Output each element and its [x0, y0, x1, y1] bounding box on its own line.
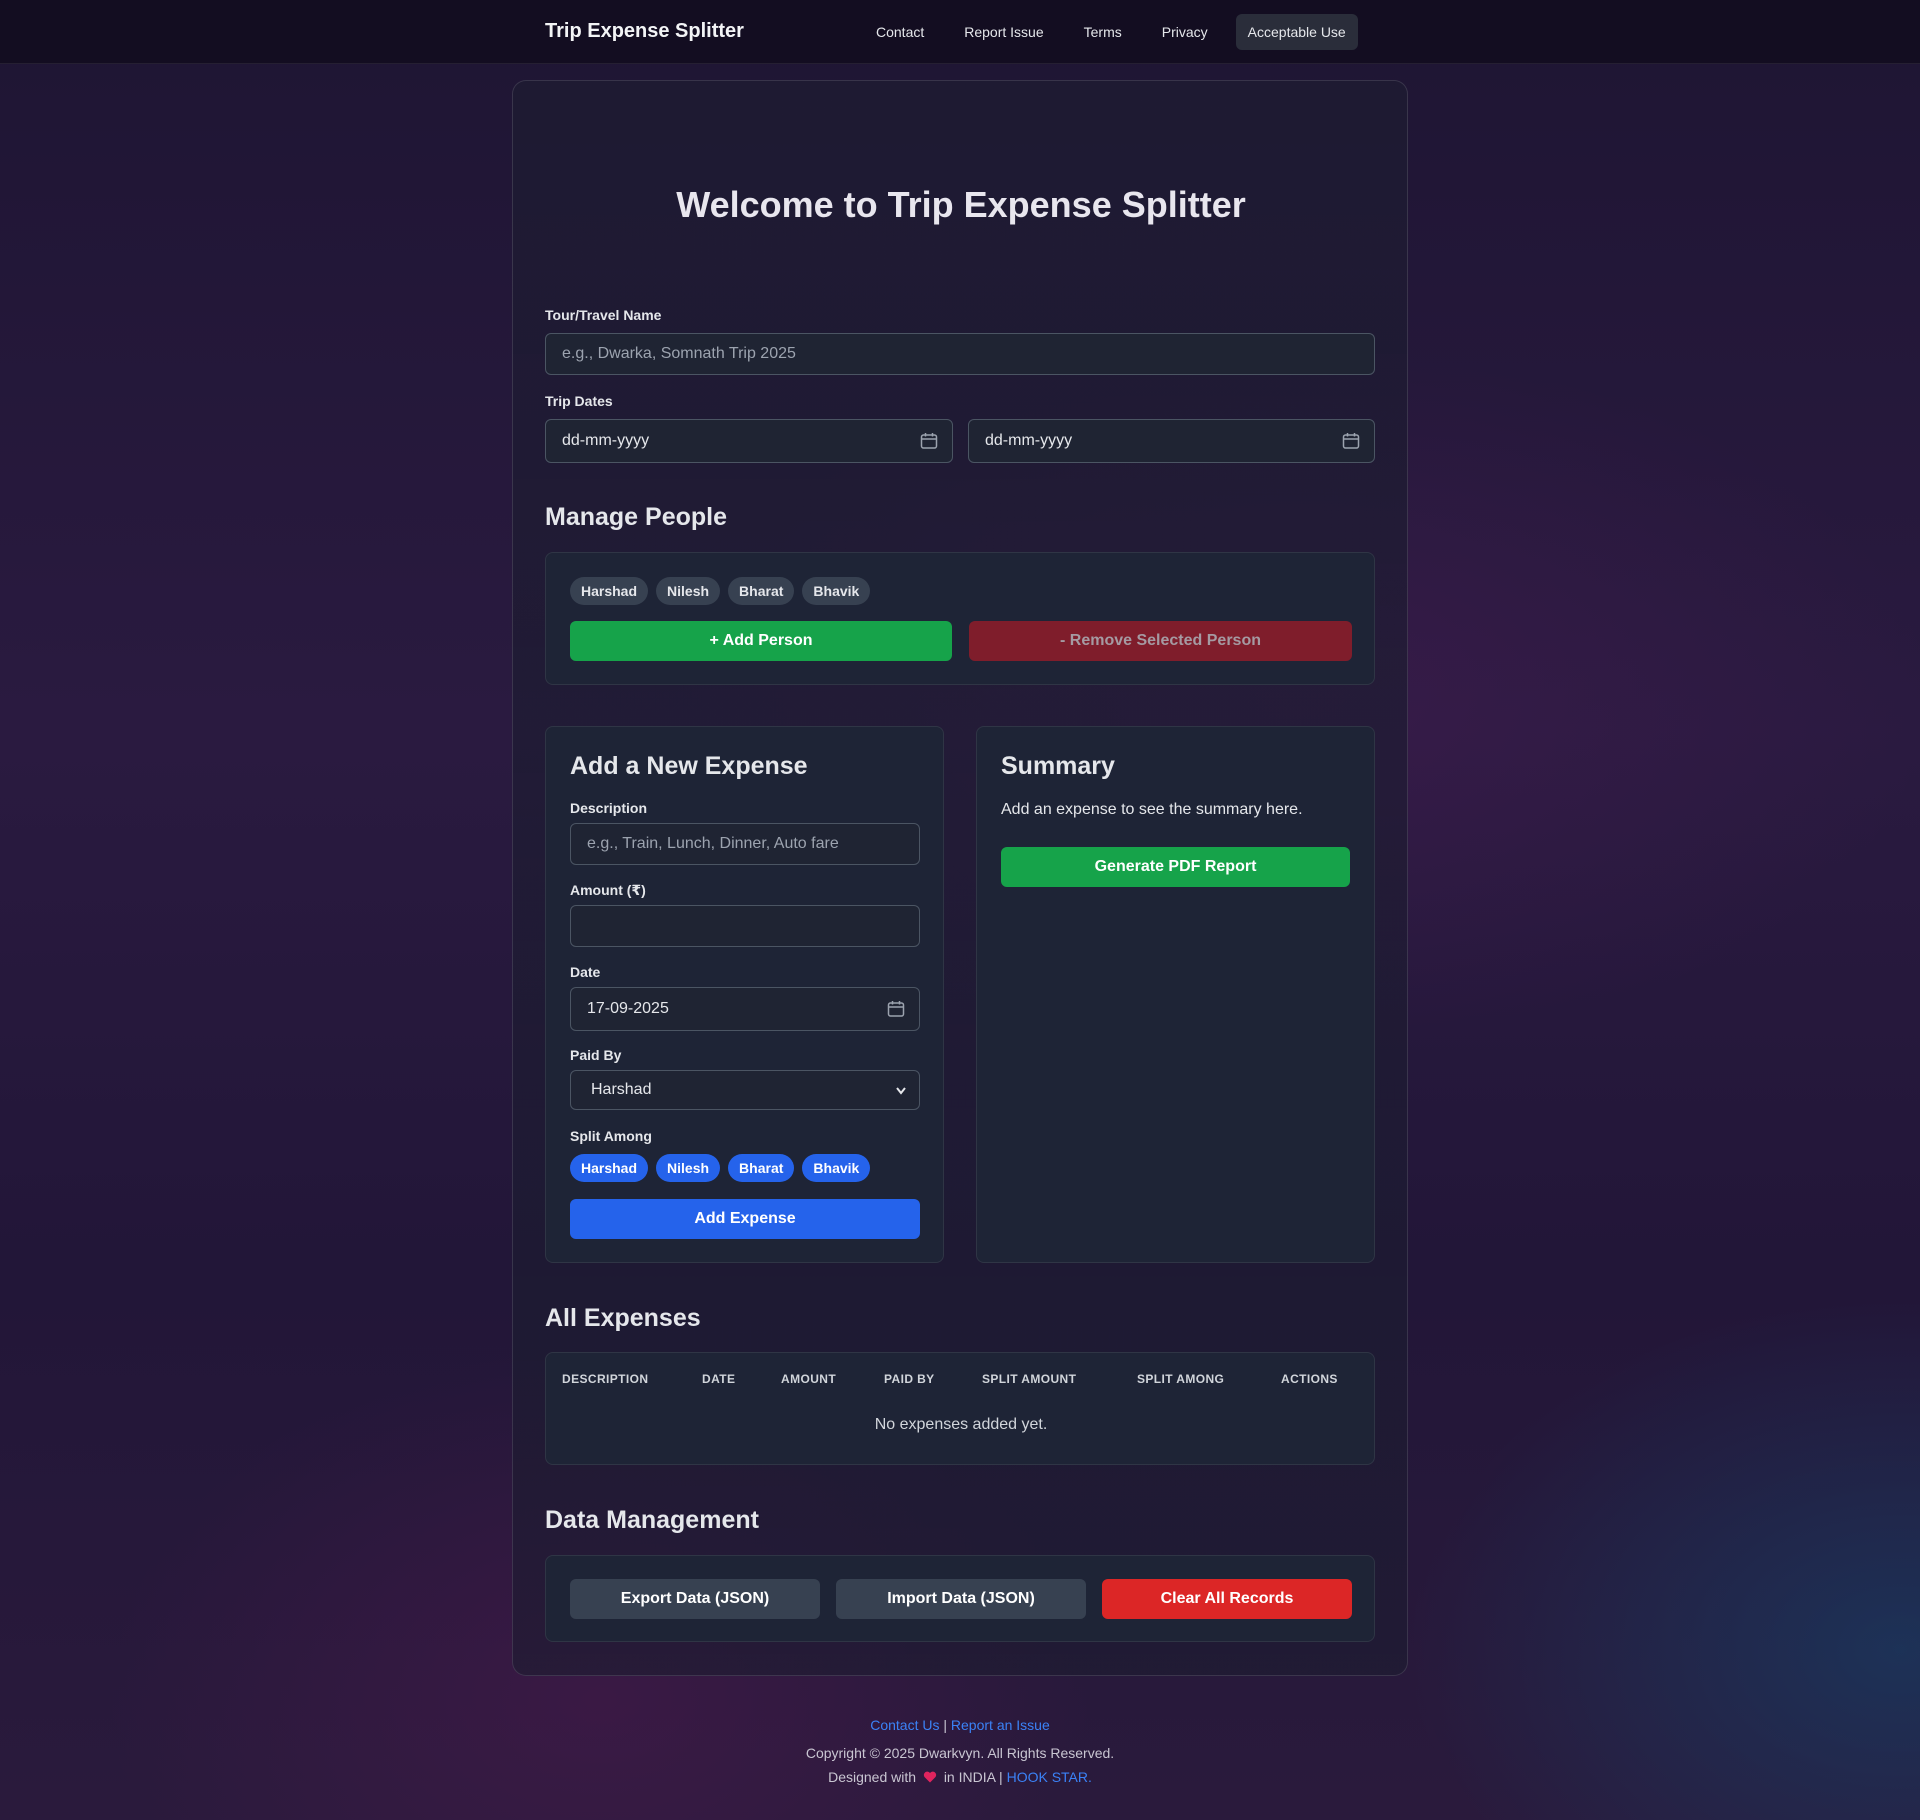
summary-panel: Summary Add an expense to see the summar… [976, 726, 1375, 1263]
calendar-icon[interactable] [887, 1000, 905, 1018]
add-expense-button[interactable]: Add Expense [570, 1199, 920, 1239]
description-placeholder: e.g., Train, Lunch, Dinner, Auto fare [587, 835, 839, 852]
footer-copyright: Copyright © 2025 Dwarkvyn. All Rights Re… [805, 1745, 1115, 1761]
data-management-heading: Data Management [545, 1506, 759, 1534]
date-label: Date [570, 964, 601, 980]
page-title: Welcome to Trip Expense Splitter [676, 184, 1246, 225]
all-expenses-heading: All Expenses [545, 1304, 701, 1332]
clear-records-button[interactable]: Clear All Records [1102, 1579, 1352, 1619]
generate-pdf-button[interactable]: Generate PDF Report [1001, 847, 1350, 887]
person-chip[interactable]: Bhavik [802, 577, 871, 605]
column-header: DESCRIPTION [562, 1372, 649, 1386]
column-header: DATE [702, 1372, 736, 1386]
column-header: AMOUNT [781, 1372, 837, 1386]
footer-designed: Designed with in INDIA | HOOK STAR. [0, 1769, 1920, 1785]
split-among-chips: Harshad Nilesh Bharat Bhavik [570, 1154, 878, 1182]
top-navbar: Trip Expense Splitter Contact Report Iss… [0, 0, 1920, 64]
paid-by-label: Paid By [570, 1047, 622, 1063]
nav-link-privacy[interactable]: Privacy [1142, 14, 1228, 50]
no-expenses-text: No expenses added yet. [874, 1416, 1048, 1433]
trip-end-date-value: dd-mm-yyyy [985, 432, 1073, 449]
column-header: SPLIT AMONG [1137, 1372, 1225, 1386]
summary-heading: Summary [1001, 752, 1115, 780]
paid-by-select[interactable]: Harshad [570, 1070, 920, 1110]
remove-person-button[interactable]: - Remove Selected Person [969, 621, 1352, 661]
trip-end-date-input[interactable]: dd-mm-yyyy [968, 419, 1375, 463]
main-card: Welcome to Trip Expense Splitter Tour/Tr… [512, 80, 1408, 1676]
person-chip[interactable]: Bharat [728, 577, 795, 605]
data-management-panel: Export Data (JSON) Import Data (JSON) Cl… [545, 1555, 1375, 1642]
split-chip[interactable]: Harshad [570, 1154, 649, 1182]
export-data-button[interactable]: Export Data (JSON) [570, 1579, 820, 1619]
expense-date-value: 17-09-2025 [587, 1000, 669, 1017]
tour-name-placeholder: e.g., Dwarka, Somnath Trip 2025 [562, 345, 796, 362]
brand-title[interactable]: Trip Expense Splitter [545, 20, 744, 43]
contact-us-link[interactable]: Contact Us [870, 1717, 939, 1733]
description-label: Description [570, 800, 648, 816]
heart-icon [923, 1771, 937, 1783]
nav-link-contact[interactable]: Contact [856, 14, 944, 50]
calendar-icon[interactable] [1342, 432, 1360, 450]
paid-by-value: Harshad [591, 1081, 652, 1098]
column-header: ACTIONS [1281, 1372, 1338, 1386]
nav-link-report-issue[interactable]: Report Issue [944, 14, 1063, 50]
footer-separator: | [943, 1717, 948, 1733]
designed-prefix: Designed with [828, 1769, 917, 1785]
manage-people-heading: Manage People [545, 503, 727, 531]
nav-links: Contact Report Issue Terms Privacy Accep… [856, 14, 1358, 50]
nav-link-acceptable-use[interactable]: Acceptable Use [1235, 14, 1358, 50]
trip-start-date-input[interactable]: dd-mm-yyyy [545, 419, 953, 463]
description-input[interactable]: e.g., Train, Lunch, Dinner, Auto fare [570, 823, 920, 865]
report-issue-link[interactable]: Report an Issue [951, 1717, 1050, 1733]
tour-name-label: Tour/Travel Name [545, 307, 662, 323]
split-chip[interactable]: Bharat [728, 1154, 795, 1182]
designer-link[interactable]: HOOK STAR. [1007, 1769, 1092, 1785]
designed-middle: in INDIA | [943, 1769, 1003, 1785]
trip-dates-label: Trip Dates [545, 393, 613, 409]
split-chip[interactable]: Nilesh [656, 1154, 721, 1182]
expense-date-input[interactable]: 17-09-2025 [570, 987, 920, 1031]
calendar-icon[interactable] [920, 432, 938, 450]
person-chip[interactable]: Nilesh [656, 577, 721, 605]
footer-links: Contact Us | Report an Issue [0, 1717, 1920, 1733]
add-person-button[interactable]: + Add Person [570, 621, 952, 661]
column-header: SPLIT AMOUNT [982, 1372, 1077, 1386]
add-expense-heading: Add a New Expense [570, 752, 808, 780]
split-chip[interactable]: Bhavik [802, 1154, 871, 1182]
people-panel: Harshad Nilesh Bharat Bhavik + Add Person -… [545, 552, 1375, 685]
column-header: PAID BY [884, 1372, 935, 1386]
tour-name-input[interactable]: e.g., Dwarka, Somnath Trip 2025 [545, 333, 1375, 375]
nav-link-terms[interactable]: Terms [1064, 14, 1142, 50]
amount-label: Amount (₹) [570, 882, 646, 898]
import-data-button[interactable]: Import Data (JSON) [836, 1579, 1086, 1619]
amount-input[interactable] [570, 905, 920, 947]
chevron-down-icon [896, 1087, 906, 1095]
people-chips: Harshad Nilesh Bharat Bhavik [570, 577, 878, 605]
expenses-table: DESCRIPTION DATE AMOUNT PAID BY SPLIT AM… [545, 1352, 1375, 1465]
trip-start-date-value: dd-mm-yyyy [562, 432, 650, 449]
split-among-label: Split Among [570, 1128, 652, 1144]
person-chip[interactable]: Harshad [570, 577, 649, 605]
summary-empty-text: Add an expense to see the summary here. [1001, 801, 1303, 818]
add-expense-panel: Add a New Expense Description e.g., Trai… [545, 726, 944, 1263]
